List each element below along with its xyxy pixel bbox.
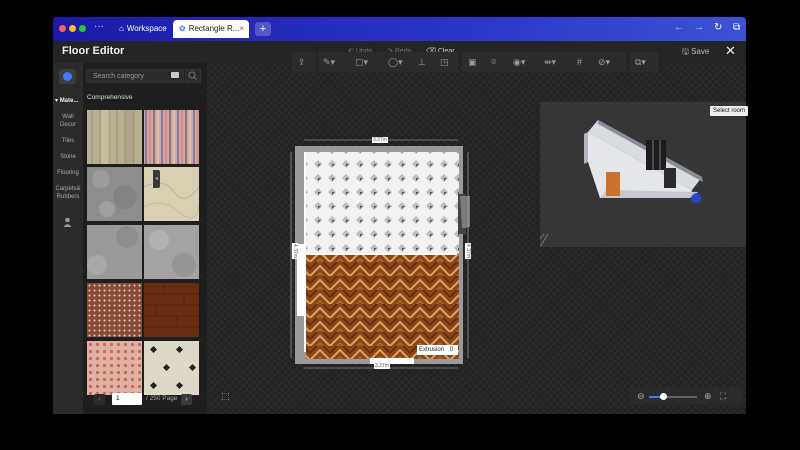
- draw-wall-icon[interactable]: ✎▾: [323, 57, 335, 67]
- close-window-dot[interactable]: [59, 25, 66, 32]
- next-page-button[interactable]: ›: [181, 394, 192, 405]
- page-title: Floor Editor: [62, 45, 125, 57]
- save-button[interactable]: 🖫 Save: [682, 46, 709, 60]
- dimension-bottom: 3.27m: [374, 363, 390, 369]
- save-label: Save: [691, 47, 710, 56]
- camera-icon[interactable]: [171, 72, 179, 78]
- maximize-window-dot[interactable]: [79, 25, 86, 32]
- forward-arrow-icon[interactable]: →: [694, 22, 704, 33]
- save-icon: 🖫: [682, 47, 689, 56]
- dimension-icon[interactable]: ⇹▾: [544, 57, 556, 67]
- pagination: ‹ 1 / 250 Page ›: [83, 391, 207, 411]
- zoom-in-icon[interactable]: ⊕: [704, 391, 712, 402]
- zoom-out-icon[interactable]: ⊖: [637, 391, 645, 402]
- dimension-left: 4.37m: [291, 243, 298, 259]
- category-rail: ▾ Mate... Wall Decor Tiles Stone Floorin…: [53, 63, 83, 414]
- material-tile[interactable]: [87, 167, 142, 221]
- category-heading: Comprehensive: [87, 94, 133, 101]
- reload-icon[interactable]: ↻: [714, 22, 722, 33]
- prev-page-button[interactable]: ‹: [94, 394, 105, 405]
- close-tab-icon[interactable]: ×: [239, 20, 244, 38]
- materials-section-header[interactable]: ▾ Mate...: [55, 97, 78, 104]
- fit-screen-icon[interactable]: ⛶: [720, 391, 726, 402]
- material-tile[interactable]: [87, 110, 142, 164]
- app-logo-icon: ✿: [179, 24, 186, 33]
- home-icon: ⌂: [119, 24, 124, 33]
- rectangle-icon[interactable]: ▢▾: [355, 57, 368, 67]
- page-total: / 250 Page: [146, 395, 178, 402]
- frame-icon[interactable]: ▣: [468, 57, 477, 67]
- search-icon: [188, 71, 197, 80]
- sidebar-item-flooring[interactable]: Flooring: [53, 169, 83, 177]
- materials-section-label: Mate...: [59, 98, 79, 104]
- new-tab-button[interactable]: +: [255, 22, 271, 36]
- visibility-icon[interactable]: ◉▾: [513, 57, 525, 67]
- extrusion-field[interactable]: Extrusion 0: [417, 345, 458, 355]
- material-tile[interactable]: [144, 110, 199, 164]
- tab-rectangle-room[interactable]: ✿ Rectangle R... ×: [173, 20, 249, 38]
- house-3d-model: [539, 120, 703, 248]
- tab-workspace[interactable]: ⌂ Workspace: [113, 20, 167, 38]
- extrusion-value: 0: [449, 347, 454, 353]
- sidebar-item-tiles[interactable]: Tiles: [53, 137, 83, 145]
- select-room-button[interactable]: Select room: [710, 106, 749, 116]
- material-panel: Search category Comprehensive ‹ 1 / 250 …: [83, 63, 207, 414]
- sidebar-item-wall-decor[interactable]: Wall Decor: [53, 113, 83, 129]
- material-tile[interactable]: [144, 341, 199, 395]
- collapse-panel-button[interactable]: ◂: [153, 170, 160, 188]
- upload-icon[interactable]: ⇪: [298, 57, 306, 67]
- more-icon[interactable]: ···: [94, 21, 104, 32]
- tab-workspace-label: Workspace: [126, 24, 167, 33]
- align-icon[interactable]: ⊥: [418, 57, 426, 67]
- 3d-preview[interactable]: [539, 102, 746, 248]
- back-arrow-icon[interactable]: ←: [674, 22, 684, 33]
- material-tile[interactable]: [87, 225, 142, 279]
- dimension-top: 3.27m: [372, 137, 388, 143]
- browser-tab-bar: ··· ⌂ Workspace ✿ Rectangle R... × + ← → ↻…: [53, 17, 746, 41]
- material-brush-icon[interactable]: ⊘▾: [598, 57, 610, 67]
- sidebar-item-carpets-rubbers[interactable]: Carpets& Rubbers: [53, 185, 83, 201]
- floor-icon[interactable]: ◳: [440, 57, 449, 67]
- layers-icon[interactable]: ⧉▾: [635, 57, 646, 67]
- search-button[interactable]: [185, 69, 201, 83]
- materials-icon: [63, 72, 72, 81]
- copy-icon[interactable]: ⧉: [733, 22, 740, 33]
- search-input[interactable]: Search category: [86, 69, 184, 83]
- minimize-window-dot[interactable]: [69, 25, 76, 32]
- material-tile[interactable]: [87, 283, 142, 337]
- extrusion-label: Extrusion: [419, 347, 445, 353]
- sidebar-item-stone[interactable]: Stone: [53, 153, 83, 161]
- lasso-icon[interactable]: ⌾: [491, 57, 496, 67]
- material-tile[interactable]: [144, 283, 199, 337]
- user-icon[interactable]: [63, 217, 72, 227]
- 3d-view-icon[interactable]: ⬚: [221, 391, 231, 401]
- circle-icon[interactable]: ◯▾: [388, 57, 403, 67]
- grid-icon[interactable]: #: [577, 57, 582, 67]
- dimension-right: 4.37m: [464, 243, 471, 259]
- page-number-input[interactable]: 1: [112, 393, 142, 405]
- close-editor-icon[interactable]: ✕: [725, 43, 736, 59]
- tab-rectangle-room-label: Rectangle R...: [188, 24, 240, 33]
- material-tile[interactable]: [144, 225, 199, 279]
- floor-plan[interactable]: [290, 136, 470, 371]
- material-tile[interactable]: [87, 341, 142, 395]
- materials-tab-button[interactable]: [59, 69, 76, 84]
